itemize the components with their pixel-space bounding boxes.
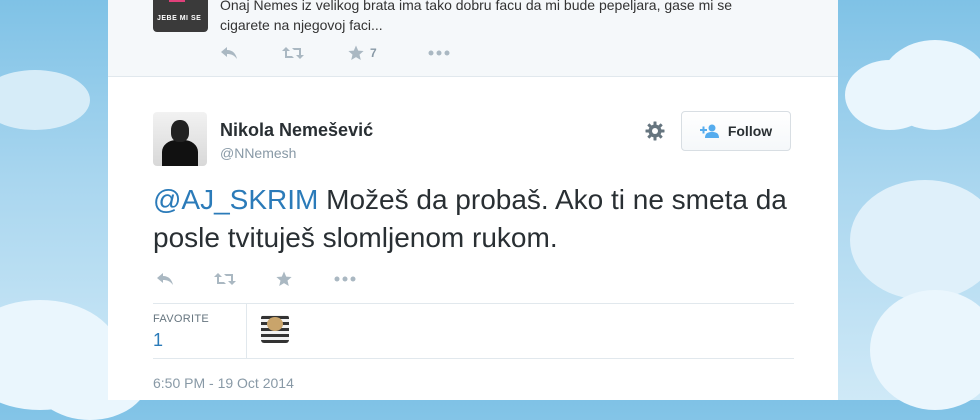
favorites-count[interactable]: 1 xyxy=(153,330,163,351)
more-icon[interactable] xyxy=(334,276,356,282)
retweet-icon[interactable] xyxy=(214,272,276,286)
follow-label: Follow xyxy=(727,123,773,139)
permalink-tweet: Nikola Nemešević @NNemesh Follow @AJ_SKR… xyxy=(108,78,838,400)
gear-icon[interactable] xyxy=(644,120,666,142)
tweet-text: @AJ_SKRIM Možeš da probaš. Ako ti ne sme… xyxy=(153,181,793,257)
previous-tweet-avatar[interactable]: JEBE MI SE xyxy=(153,0,208,32)
tweet-actions xyxy=(156,271,356,287)
author-handle[interactable]: @NNemesh xyxy=(220,145,296,161)
author-name[interactable]: Nikola Nemešević xyxy=(220,120,373,141)
favorite-count: 7 xyxy=(370,46,377,60)
tweet-timestamp[interactable]: 6:50 PM - 19 Oct 2014 xyxy=(153,375,294,391)
tweet-stats: FAVORITE 1 xyxy=(153,303,794,359)
star-icon xyxy=(348,45,364,60)
follow-button[interactable]: Follow xyxy=(681,111,791,151)
stats-divider xyxy=(246,304,247,358)
retweet-icon[interactable] xyxy=(282,46,348,60)
author-avatar[interactable] xyxy=(153,112,207,166)
previous-tweet-actions: 7 xyxy=(220,45,450,61)
mention-link[interactable]: @AJ_SKRIM xyxy=(153,184,318,215)
reply-icon[interactable] xyxy=(220,46,282,60)
previous-tweet-text: Onaj Nemes iz velikog brata ima tako dob… xyxy=(220,0,733,33)
favoriter-avatar[interactable] xyxy=(261,315,289,343)
add-user-icon xyxy=(699,124,720,138)
reply-icon[interactable] xyxy=(156,272,214,286)
star-icon[interactable] xyxy=(276,271,334,287)
favorites-label: FAVORITE xyxy=(153,313,209,325)
favorite-button[interactable]: 7 xyxy=(348,45,428,61)
avatar-caption: JEBE MI SE xyxy=(157,15,202,22)
timeline-column: JEBE MI SE Onaj Nemes iz velikog brata i… xyxy=(108,0,838,400)
previous-tweet[interactable]: JEBE MI SE Onaj Nemes iz velikog brata i… xyxy=(108,0,838,77)
more-icon[interactable] xyxy=(428,50,450,56)
